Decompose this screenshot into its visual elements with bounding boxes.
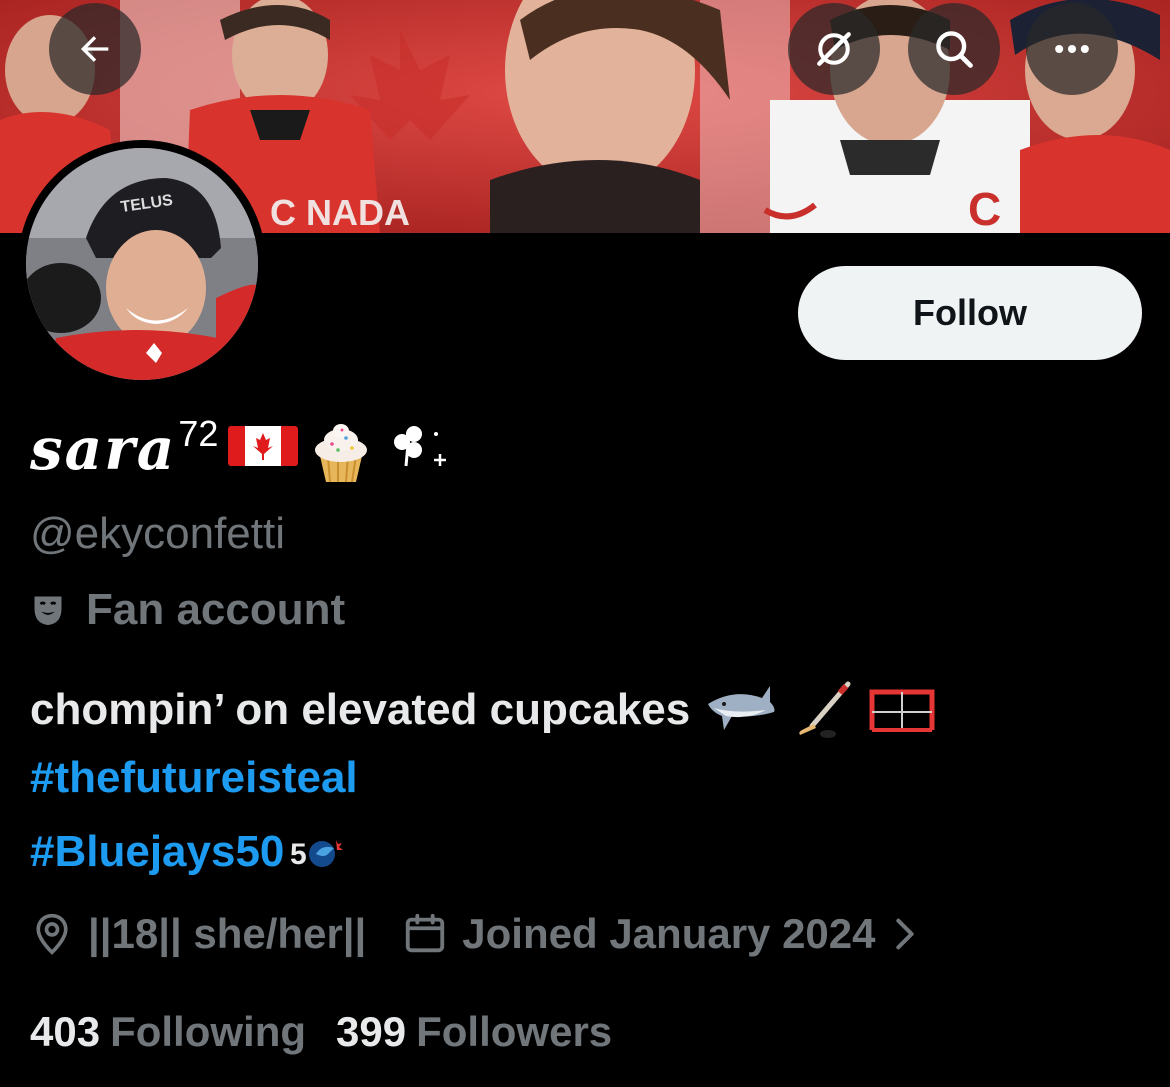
search-icon	[936, 31, 973, 68]
display-name: sara	[30, 415, 177, 483]
following-count[interactable]: 403	[30, 1006, 100, 1058]
handle: @ekyconfetti	[30, 509, 285, 558]
follow-button[interactable]: Follow	[798, 266, 1142, 360]
hashtag-label[interactable]: #Bluejays50	[30, 826, 284, 878]
profile-meta: ||18|| she/her|| Joined January 2024	[30, 908, 920, 960]
following-link[interactable]: 403 Following	[30, 1006, 306, 1058]
avatar[interactable]: TELUS	[18, 140, 266, 388]
svg-text:C NADA: C NADA	[270, 192, 410, 233]
display-name-row: sara 72	[30, 412, 454, 492]
followers-label[interactable]: Followers	[416, 1006, 612, 1058]
cupcake-icon	[308, 420, 374, 491]
goal-net-icon	[868, 686, 936, 734]
search-button[interactable]	[908, 3, 1000, 95]
followers-link[interactable]: 399 Followers	[336, 1006, 612, 1058]
grok-icon	[817, 32, 851, 66]
hashtag-label[interactable]: #thefutureisteal	[30, 752, 358, 804]
bio-text: chompin’ on elevated cupcakes	[30, 680, 936, 740]
joined-date-link[interactable]: Joined January 2024	[402, 908, 919, 960]
category-label: Fan account	[86, 585, 346, 634]
back-button[interactable]	[49, 3, 141, 95]
more-horizontal-icon	[1055, 44, 1089, 54]
canada-flag-icon	[228, 420, 299, 473]
theater-masks-icon	[30, 592, 66, 628]
hashtag-link-bluejays50[interactable]: #Bluejays50 5	[30, 826, 348, 878]
avatar-image: TELUS	[26, 148, 258, 380]
arrow-left-icon	[80, 36, 109, 62]
profile-category: Fan account	[30, 584, 345, 636]
following-label[interactable]: Following	[110, 1006, 306, 1058]
svg-text:C: C	[968, 183, 1001, 233]
shamrock-icon	[384, 420, 454, 485]
chevron-right-icon[interactable]	[890, 914, 920, 954]
followers-count[interactable]: 399	[336, 1006, 406, 1058]
joined-text[interactable]: Joined January 2024	[462, 908, 875, 960]
display-name-suffix: 72	[178, 413, 219, 454]
grok-button[interactable]	[788, 3, 880, 95]
calendar-icon	[402, 911, 448, 957]
bio-line-1: chompin’ on elevated cupcakes	[30, 685, 691, 734]
follow-stats: 403 Following 399 Followers	[30, 1006, 612, 1058]
svg-text:5: 5	[290, 838, 307, 871]
shark-icon	[704, 682, 780, 738]
more-button[interactable]	[1026, 3, 1118, 95]
hashtag-link-thefutureisteal[interactable]: #thefutureisteal	[30, 752, 358, 804]
location-pin-icon	[30, 912, 74, 956]
hockey-stick-icon	[794, 680, 854, 740]
location-text: ||18|| she/her||	[88, 910, 367, 957]
bluejays-50-hashflag-icon: 5	[290, 832, 348, 872]
